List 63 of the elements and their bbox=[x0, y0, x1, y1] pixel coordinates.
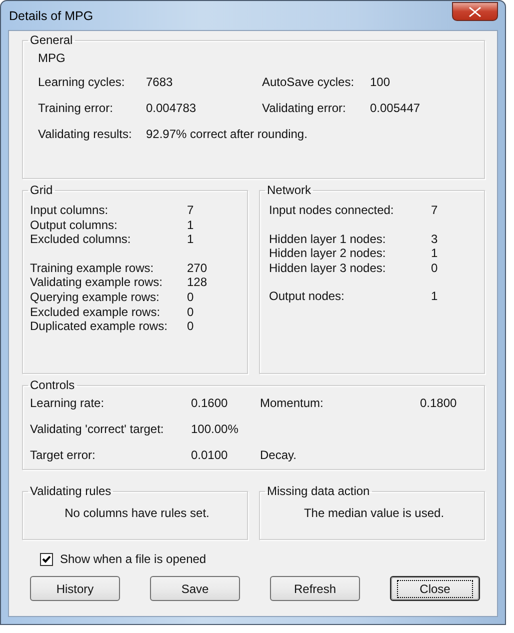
info-text: No columns have rules set. bbox=[64, 506, 210, 520]
field-value: 0.0100 bbox=[191, 448, 229, 462]
field-label: Input columns: bbox=[30, 203, 110, 218]
field-label: Validating error: bbox=[262, 101, 347, 115]
field-value: 100.00% bbox=[191, 422, 240, 436]
field-value: 0 bbox=[187, 290, 195, 305]
dialog-button[interactable]: Save bbox=[150, 576, 240, 601]
dialog-button[interactable]: History bbox=[30, 576, 120, 601]
field-value: 128 bbox=[187, 275, 208, 290]
field-label: Querying example rows: bbox=[30, 290, 160, 305]
close-icon bbox=[469, 6, 481, 16]
dialog-button[interactable]: Refresh bbox=[270, 576, 360, 601]
field-value: 270 bbox=[187, 260, 208, 276]
field-label: Validating 'correct' target: bbox=[30, 422, 165, 436]
field-value: 100 bbox=[370, 75, 392, 89]
checkbox[interactable] bbox=[40, 552, 53, 566]
field-value: 7 bbox=[431, 203, 439, 218]
field-label: Validating example rows: bbox=[30, 275, 164, 290]
field-label: Validating results: bbox=[38, 127, 133, 141]
field-label: Duplicated example rows: bbox=[30, 319, 168, 334]
field-value: 1 bbox=[187, 232, 195, 247]
field-value: 0 bbox=[431, 260, 439, 276]
field-label: Training example rows: bbox=[30, 260, 155, 276]
field-value: 0.005447 bbox=[370, 101, 422, 115]
window-title: Details of MPG bbox=[9, 8, 94, 22]
field-label: Hidden layer 1 nodes: bbox=[269, 232, 387, 246]
field-value: 1 bbox=[187, 218, 195, 232]
field-label: Input nodes connected: bbox=[269, 203, 395, 218]
field-label: Hidden layer 3 nodes: bbox=[269, 260, 387, 276]
group-title: Validating rules bbox=[29, 484, 112, 498]
close-button[interactable] bbox=[452, 2, 498, 21]
field-value: 1 bbox=[431, 246, 439, 261]
field-label: Hidden layer 2 nodes: bbox=[269, 246, 387, 261]
field-value: 7683 bbox=[146, 75, 174, 89]
file-name: MPG bbox=[38, 51, 66, 65]
field-label: AutoSave cycles: bbox=[262, 75, 356, 89]
field-label: Learning cycles: bbox=[38, 75, 126, 89]
field-value: 0.004783 bbox=[146, 101, 198, 115]
field-value: 0.1800 bbox=[420, 396, 458, 410]
field-value: 3 bbox=[431, 232, 439, 246]
field-label: Training error: bbox=[38, 101, 114, 115]
group-title: Grid bbox=[29, 183, 54, 197]
field-label: Momentum: bbox=[260, 396, 324, 410]
field-value: 0 bbox=[187, 319, 195, 334]
field-value: 92.97% correct after rounding. bbox=[146, 127, 308, 141]
dialog-button[interactable]: Close bbox=[390, 576, 480, 601]
group-title: Network bbox=[266, 183, 312, 197]
field-value: 0.1600 bbox=[191, 396, 229, 410]
group-title: Controls bbox=[29, 378, 76, 392]
field-label: Output nodes: bbox=[269, 289, 346, 304]
field-label: Excluded example rows: bbox=[30, 304, 162, 320]
field-value: 7 bbox=[187, 203, 195, 218]
field-label: Excluded columns: bbox=[30, 232, 132, 247]
group-title: General bbox=[29, 33, 74, 47]
checkbox-label[interactable]: Show when a file is opened bbox=[60, 552, 206, 566]
field-label: Output columns: bbox=[30, 218, 118, 232]
field-value: 0 bbox=[187, 304, 195, 320]
field-label: Learning rate: bbox=[30, 396, 106, 410]
field-label: Target error: bbox=[30, 448, 96, 462]
info-text: The median value is used. bbox=[302, 506, 446, 520]
field-value: 1 bbox=[431, 289, 439, 304]
group-title: Missing data action bbox=[266, 484, 371, 498]
field-label: Decay. bbox=[260, 448, 298, 462]
